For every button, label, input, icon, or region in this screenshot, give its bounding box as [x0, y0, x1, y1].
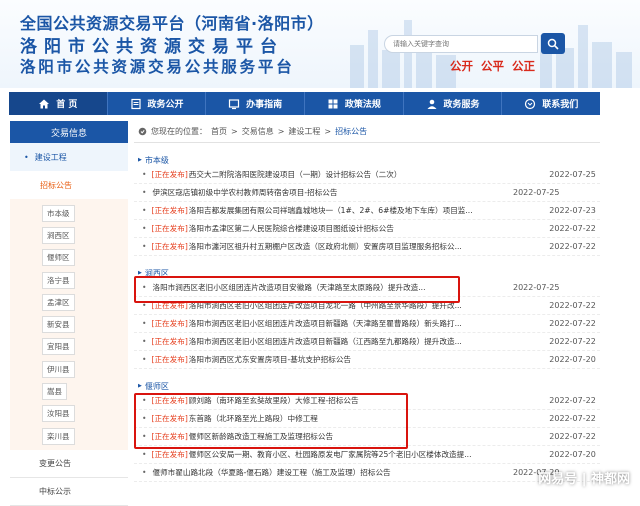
list-item[interactable]: • [正在发布] 洛阳市涧西区老旧小区组团连片改造项目新疆路（江西路至九都路段）提升… [134, 333, 600, 351]
sidebar-item-construction[interactable]: 建设工程 [10, 143, 128, 171]
nav-item-home[interactable]: 首 页 [9, 92, 108, 115]
site-header: 全国公共资源交易平台（河南省·洛阳市） 洛阳市公共资源交易平台 洛阳市公共资源交… [0, 0, 640, 88]
region-item[interactable]: 汝阳县 [10, 403, 128, 425]
section-title: 偃师区 [134, 380, 600, 392]
slogan-item: 公平 [481, 59, 504, 73]
home-icon [39, 99, 50, 108]
slogan-item: 公开 [450, 59, 473, 73]
list-item[interactable]: • [正在发布] 洛阳市涧西区尤东安置房项目-基坑支护招标公告 2022-07-20 [134, 351, 600, 369]
service-icon [427, 99, 437, 109]
doc-icon [130, 98, 141, 109]
watermark: 网易号 | 神都网 [538, 472, 630, 487]
nav-item-gov-affairs[interactable]: 政务公开 [108, 92, 207, 115]
slogan: 公开 公平 公正 [450, 58, 535, 74]
breadcrumb-sep: > [231, 127, 238, 136]
slogan-item: 公正 [512, 59, 535, 73]
breadcrumb-item[interactable]: 交易信息 [242, 126, 274, 137]
highlight-box [134, 393, 408, 449]
nav-item-policy[interactable]: 政策法规 [305, 92, 404, 115]
section-city-level: 市本级 •[正在发布]西交大二附院洛阳医院建设项目（一期）设计招标公告（二次）2… [134, 154, 600, 256]
sidebar-item-tender-notice[interactable]: 招标公告 [10, 171, 128, 199]
nav-label: 政务服务 [443, 100, 480, 110]
nav-label: 政务公开 [147, 100, 184, 110]
nav-label: 办事指南 [246, 100, 283, 110]
region-item[interactable]: 偃师区 [10, 247, 128, 269]
search-button[interactable] [541, 33, 565, 54]
nav-label: 政策法规 [344, 100, 381, 110]
list-item[interactable]: • 伊滨区寇店镇初级中学农村教师周转宿舍项目-招标公告 2022-07-25 [134, 184, 600, 202]
region-item[interactable]: 洛宁县 [10, 269, 128, 291]
list-item[interactable]: • 偃师市翟山路北段（华夏路-偃石路）建设工程（施工及监理）招标公告 2022-07… [134, 464, 600, 482]
search-icon [547, 38, 559, 50]
sidebar-item-award-notice[interactable]: 中标公示 [10, 478, 128, 506]
breadcrumb-sep: > [277, 127, 285, 136]
region-item[interactable]: 栾川县 [10, 425, 128, 447]
list-item[interactable]: • [正在发布] 洛阳吉都发展集团有限公司祥瑞鑫城地块一（1#、2#、6#楼及地下车… [134, 202, 600, 220]
title-line-2: 洛阳市公共资源交易平台 [20, 37, 284, 57]
contact-icon [525, 98, 536, 109]
region-item[interactable]: 伊川县 [10, 358, 128, 380]
nav-label: 联系我们 [542, 100, 579, 110]
title-line-3: 洛阳市公共资源交易公共服务平台 [20, 58, 295, 76]
title-line-1: 全国公共资源交易平台（河南省·洛阳市） [20, 14, 324, 33]
sidebar-item-change-notice[interactable]: 变更公告 [10, 450, 128, 479]
breadcrumb-prefix: 您现在的位置： [151, 127, 207, 136]
nav-item-service[interactable]: 政务服务 [404, 92, 503, 115]
region-list: 市本级 涧西区 偃师区 洛宁县 孟津区 新安县 宜阳县 伊川县 嵩县 汝阳县 栾… [10, 199, 128, 451]
main-nav: 首 页 政务公开 办事指南 政策法规 政务服务 联系我们 [9, 92, 600, 115]
law-icon [328, 99, 338, 108]
guide-icon [229, 98, 240, 109]
breadcrumb-sep: > [324, 127, 332, 136]
breadcrumb-item[interactable]: 建设工程 [288, 126, 320, 137]
region-item[interactable]: 宜阳县 [10, 336, 128, 358]
highlight-box [134, 276, 460, 303]
region-item[interactable]: 新安县 [10, 313, 128, 335]
search-input[interactable] [384, 35, 538, 53]
list-item[interactable]: • [正在发布] 洛阳市瀍河区祖升村五期棚户区改造（区政府北侧）安置房项目监理服务招… [134, 238, 600, 256]
sidebar: 交易信息 建设工程 招标公告 市本级 涧西区 偃师区 洛宁县 孟津区 新安县 宜… [10, 121, 128, 506]
breadcrumb-item[interactable]: 招标公告 [335, 126, 367, 137]
breadcrumb-item[interactable]: 首页 [211, 126, 227, 137]
nav-item-guide[interactable]: 办事指南 [206, 92, 306, 115]
region-item[interactable]: 嵩县 [10, 380, 128, 402]
region-item[interactable]: 市本级 [10, 202, 128, 224]
list-item[interactable]: • [正在发布] 洛阳市孟津区第二人民医院综合楼建设项目图纸设计招标公告 2022-0… [134, 220, 600, 238]
breadcrumb: 您现在的位置： 首页 > 交易信息 > 建设工程 > 招标公告 [134, 121, 600, 143]
sidebar-heading: 交易信息 [10, 121, 128, 143]
nav-item-contact[interactable]: 联系我们 [502, 92, 600, 115]
list-item[interactable]: • [正在发布] 西交大二附院洛阳医院建设项目（一期）设计招标公告（二次） 2022-… [134, 166, 600, 184]
region-item[interactable]: 涧西区 [10, 224, 128, 246]
nav-label: 首 页 [56, 100, 78, 110]
region-item[interactable]: 孟津区 [10, 291, 128, 313]
section-title: 市本级 [134, 154, 600, 166]
location-icon [138, 127, 147, 136]
list-item[interactable]: • [正在发布] 洛阳市涧西区老旧小区组团连片改造项目新疆路（天津路至瞿曹路段）新头… [134, 315, 600, 333]
